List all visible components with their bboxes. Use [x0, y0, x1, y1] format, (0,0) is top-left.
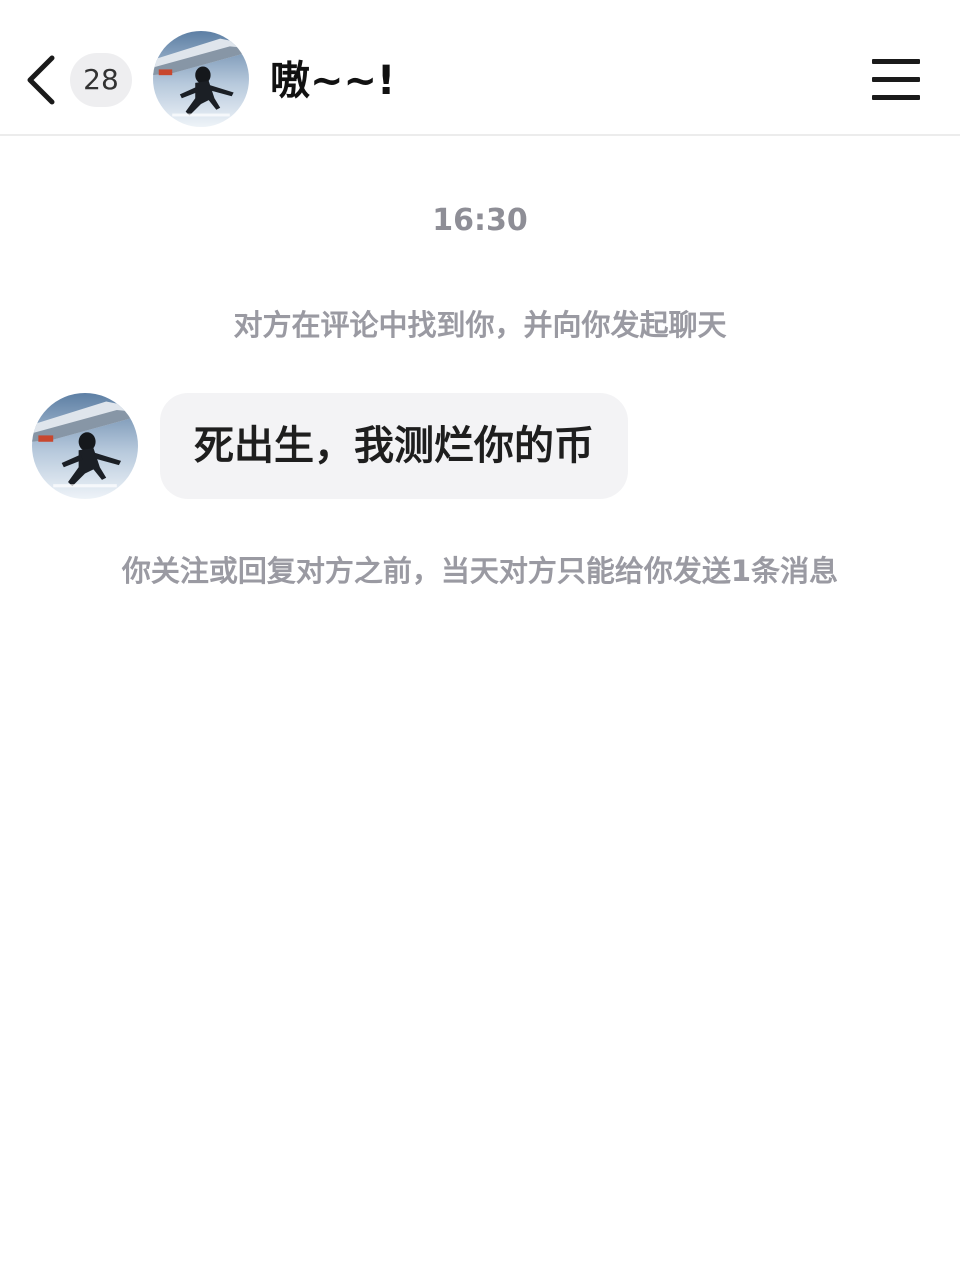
back-button[interactable] — [18, 50, 64, 110]
chat-screen: 28 嗷~~! 16:30 对方在评论中找到你，并向你发起聊天 死出生，我测烂你… — [0, 0, 960, 1280]
chevron-left-icon — [27, 55, 55, 105]
skydiver-avatar-image — [32, 393, 138, 499]
message-bubble[interactable]: 死出生，我测烂你的币 — [160, 393, 628, 499]
system-note-limit: 你关注或回复对方之前，当天对方只能给你发送1条消息 — [121, 554, 839, 588]
hamburger-menu-icon — [872, 95, 920, 100]
hamburger-menu-icon — [872, 59, 920, 64]
contact-name[interactable]: 嗷~~! — [270, 52, 395, 110]
unread-count-badge: 28 — [70, 53, 132, 107]
chat-header: 28 嗷~~! — [0, 0, 960, 136]
hamburger-menu-icon — [872, 77, 920, 82]
message-timestamp: 16:30 — [432, 203, 528, 238]
message-sender-avatar[interactable] — [32, 393, 138, 499]
contact-avatar[interactable] — [153, 31, 249, 127]
system-note-intro: 对方在评论中找到你，并向你发起聊天 — [233, 308, 727, 342]
skydiver-avatar-image — [153, 31, 249, 127]
menu-button[interactable] — [862, 54, 930, 106]
